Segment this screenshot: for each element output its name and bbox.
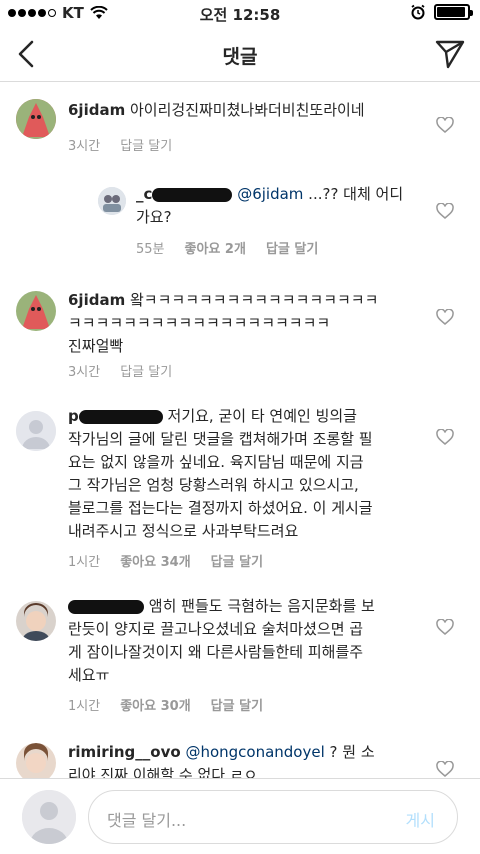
redaction-mark: [68, 599, 144, 614]
comment-text-line: ? 뭔 소: [324, 743, 375, 761]
comment-text-line: 란듯이 양지로 끌고나오셨네요 술처마셨으면 곱: [68, 620, 364, 638]
comment-username[interactable]: p: [68, 407, 79, 425]
avatar[interactable]: [16, 291, 56, 331]
comment-meta: 1시간 좋아요 30개 답글 달기: [68, 695, 263, 714]
alarm-icon: [411, 4, 425, 20]
comment-meta: 3시간 답글 달기: [68, 135, 172, 154]
comment-text-line: ㅋㅋㅋㅋㅋㅋㅋㅋㅋㅋㅋㅋㅋㅋㅋㅋㅋㅋㅋ: [68, 314, 331, 332]
like-heart-icon[interactable]: [436, 117, 454, 133]
comment-meta: 1시간 좋아요 34개 답글 달기: [68, 551, 263, 570]
comment-meta: 3시간 답글 달기: [68, 361, 172, 380]
comment-text-line: 작가님의 글에 달린 댓글을 캡쳐해가며 조롱할 필: [68, 430, 373, 448]
comment-time: 1시간: [68, 699, 101, 714]
comment-text-line: 저기요, 굳이 타 연예인 빙의글: [167, 407, 357, 425]
reply-button[interactable]: 답글 달기: [211, 695, 263, 714]
likes-count[interactable]: 좋아요 2개: [185, 238, 246, 257]
comment-text: 왘ㅋㅋㅋㅋㅋㅋㅋㅋㅋㅋㅋㅋㅋㅋㅋㅋㅋ: [130, 291, 379, 309]
reply-button[interactable]: 답글 달기: [211, 551, 263, 570]
comment-username[interactable]: _c: [136, 185, 152, 203]
likes-count[interactable]: 좋아요 30개: [120, 695, 190, 714]
comment-composer: 댓글 달기... 게시: [0, 778, 480, 854]
like-heart-icon[interactable]: [436, 429, 454, 445]
like-heart-icon[interactable]: [436, 203, 454, 219]
avatar[interactable]: [16, 743, 56, 778]
avatar[interactable]: [16, 411, 56, 451]
user-avatar: [22, 790, 76, 844]
post-button[interactable]: 게시: [406, 807, 435, 831]
like-heart-icon[interactable]: [436, 309, 454, 325]
comment-time: 55분: [136, 242, 165, 257]
comments-list[interactable]: 6jidam 아이리겅진짜미쳤나봐더비친또라이네 3시간 답글 달기 _c @6…: [0, 83, 480, 778]
comment-text-line: 앰히 팬들도 극혐하는 음지문화를 보: [148, 597, 375, 615]
like-heart-icon[interactable]: [436, 619, 454, 635]
comment-text-line: 내려주시고 정식으로 사과부탁드려요: [68, 522, 299, 540]
comment-username[interactable]: 6jidam: [68, 291, 125, 309]
reply-button[interactable]: 답글 달기: [266, 238, 318, 257]
comment-time: 1시간: [68, 555, 101, 570]
redaction-mark: [152, 187, 233, 202]
comment-time: 3시간: [68, 139, 101, 154]
comment-text-line: 그 작가님은 엄청 당황스러워 하시고 있으시고,: [68, 476, 359, 494]
mention-link[interactable]: @hongconandoyel: [185, 743, 324, 761]
avatar[interactable]: [16, 601, 56, 641]
redaction-mark: [78, 409, 163, 424]
page-title: 댓글: [222, 46, 258, 68]
status-bar: KT 오전 12:58: [0, 0, 480, 26]
comment-text-line: 블로그를 접는다는 결정까지 하셨어요. 이 게시글: [68, 499, 373, 517]
battery-icon: [434, 4, 473, 20]
comment-text-line: 세요ㅠ: [68, 666, 110, 684]
comment-text-line: 요는 없지 않을까 싶네요. 육지담님 때문에 지금: [68, 453, 364, 471]
comment-time: 3시간: [68, 365, 101, 380]
status-time: 오전 12:58: [199, 6, 281, 24]
avatar[interactable]: [16, 99, 56, 139]
mention-link[interactable]: @6jidam: [237, 185, 303, 203]
comment-input[interactable]: 댓글 달기... 게시: [88, 790, 458, 844]
reply-button[interactable]: 답글 달기: [120, 135, 172, 154]
comment-meta: 55분 좋아요 2개 답글 달기: [136, 238, 318, 257]
avatar[interactable]: [98, 187, 126, 215]
like-heart-icon[interactable]: [436, 761, 454, 777]
comment-text-line: 게 잠이나잘것이지 왜 다른사람들한테 피해를주: [68, 643, 364, 661]
reply-button[interactable]: 답글 달기: [120, 361, 172, 380]
comment-text-line: 진짜얼빡: [68, 337, 124, 355]
likes-count[interactable]: 좋아요 34개: [120, 551, 190, 570]
status-right: [410, 4, 473, 20]
comment-username[interactable]: 6jidam: [68, 101, 125, 119]
comment-username[interactable]: rimiring__ovo: [68, 743, 181, 761]
direct-message-icon[interactable]: [434, 38, 466, 70]
comment-text: 아이리겅진짜미쳤나봐더비친또라이네: [130, 101, 365, 119]
navigation-bar: 댓글: [0, 26, 480, 82]
comment-input-placeholder: 댓글 달기...: [107, 811, 187, 830]
comment-text-line: 리야 진짜 이해할 수 없다 ㄹㅇ: [68, 766, 258, 778]
